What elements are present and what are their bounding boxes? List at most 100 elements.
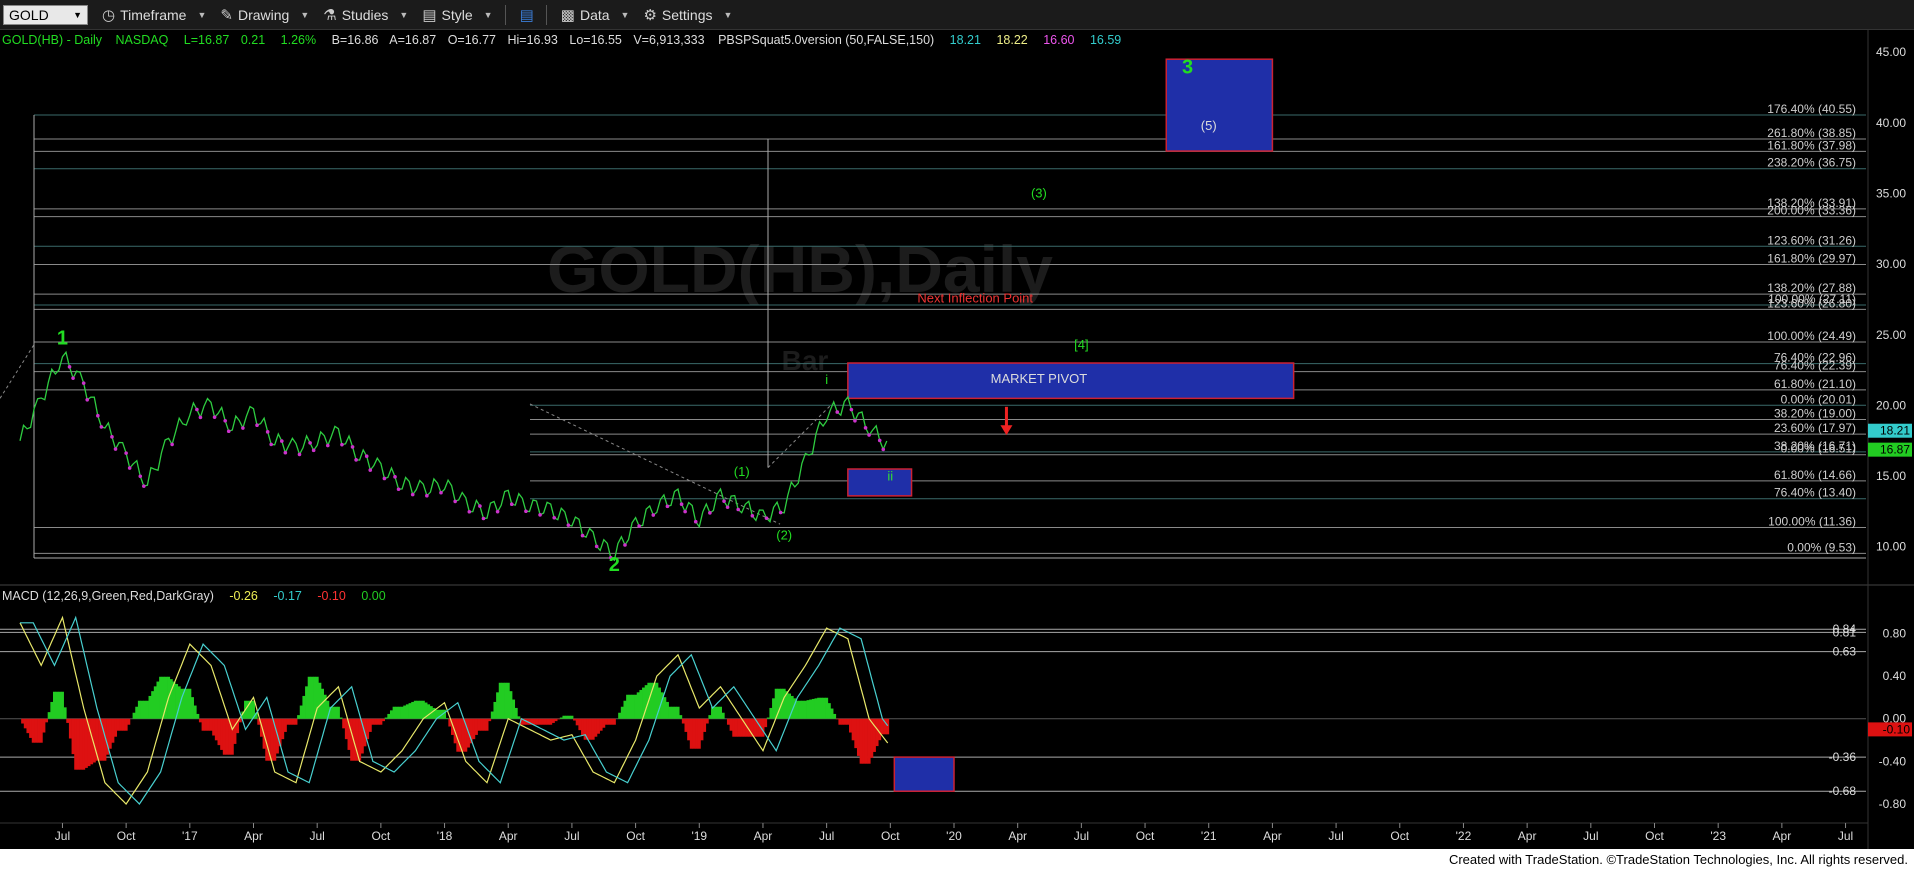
macd-histogram-bar bbox=[474, 718, 478, 735]
x-tick-label: '23 bbox=[1710, 829, 1726, 843]
macd-label: MACD (12,26,9,Green,Red,DarkGray) bbox=[2, 589, 214, 603]
macd-histogram-bar bbox=[665, 701, 669, 719]
drawing-button[interactable]: ✎ Drawing ▼ bbox=[220, 6, 309, 24]
chart-canvas[interactable]: GOLD(HB),Daily Bar GOLD(HB) - Daily NASD… bbox=[0, 30, 1914, 849]
wave-label: Next Inflection Point bbox=[917, 290, 1033, 305]
macd-histogram-bar bbox=[541, 718, 545, 725]
x-tick-label: Apr bbox=[1263, 829, 1282, 843]
macd-histogram-bar bbox=[734, 718, 738, 737]
macd-histogram-bar bbox=[137, 700, 141, 719]
fib-level-label: 238.20% (36.75) bbox=[1767, 156, 1856, 170]
macd-histogram-bar bbox=[551, 718, 555, 723]
x-tick-label: Jul bbox=[1583, 829, 1598, 843]
macd-histogram-bar bbox=[554, 718, 558, 722]
toolbar-divider bbox=[545, 4, 547, 25]
macd-histogram-bar bbox=[411, 701, 415, 719]
wave-label: ii bbox=[887, 468, 893, 483]
settings-button[interactable]: ⚙ Settings ▼ bbox=[643, 6, 732, 24]
macd-y-tick-label: 0.80 bbox=[1883, 626, 1907, 640]
macd-histogram-bar bbox=[143, 700, 147, 719]
y-tick-label: 35.00 bbox=[1876, 186, 1906, 200]
macd-histogram-bar bbox=[169, 679, 173, 719]
fib-level-label: 123.60% (26.80) bbox=[1767, 296, 1856, 310]
style-button[interactable]: ▤ Style ▼ bbox=[422, 6, 492, 24]
macd-histogram-bar bbox=[798, 700, 802, 719]
macd-histogram-bar bbox=[196, 713, 200, 719]
macd-histogram-bar bbox=[374, 718, 378, 725]
data-button[interactable]: ▩ Data ▼ bbox=[561, 6, 630, 24]
macd-histogram-bar bbox=[833, 713, 837, 719]
price-down-mark bbox=[778, 510, 783, 515]
macd-histogram-bar bbox=[557, 718, 561, 720]
macd-histogram-bar bbox=[408, 703, 412, 719]
header-change: 0.21 bbox=[241, 33, 265, 47]
x-tick-label: '22 bbox=[1456, 829, 1472, 843]
macd-marker-label: -0.10 bbox=[1883, 722, 1911, 736]
macd-histogram-bar bbox=[188, 688, 192, 719]
symbol-input[interactable]: GOLD ▼ bbox=[3, 4, 88, 25]
price-down-mark bbox=[393, 475, 397, 479]
y-tick-label: 25.00 bbox=[1876, 328, 1906, 342]
price-down-mark bbox=[269, 442, 273, 447]
macd-histogram-bar bbox=[673, 706, 677, 719]
price-down-mark bbox=[410, 492, 415, 497]
macd-histogram-bar bbox=[58, 691, 62, 719]
y-tick-label: 15.00 bbox=[1876, 469, 1906, 483]
macd-histogram-bar bbox=[472, 718, 476, 740]
price-down-mark bbox=[853, 418, 857, 423]
macd-histogram-bar bbox=[209, 718, 213, 731]
macd-histogram-bar bbox=[405, 704, 409, 719]
price-down-mark bbox=[509, 502, 514, 506]
macd-histogram-bar bbox=[644, 685, 648, 719]
macd-histogram-bar bbox=[413, 700, 417, 719]
price-down-mark bbox=[110, 435, 114, 439]
x-tick-label: Oct bbox=[117, 829, 136, 843]
macd-histogram-bar bbox=[634, 694, 638, 719]
wave-label: (5) bbox=[1201, 118, 1217, 133]
chevron-down-icon[interactable]: ▼ bbox=[73, 10, 82, 20]
macd-histogram-bar bbox=[713, 706, 717, 719]
macd-histogram-bar bbox=[204, 718, 208, 731]
macd-histogram-bar bbox=[517, 716, 521, 719]
chevron-down-icon: ▼ bbox=[723, 9, 733, 20]
macd-histogram-bar bbox=[835, 718, 839, 720]
macd-histogram-bar bbox=[801, 700, 805, 719]
macd-histogram-bar bbox=[740, 718, 744, 737]
copyright-text: Created with TradeStation. ©TradeStation… bbox=[1448, 852, 1908, 867]
price-down-mark bbox=[85, 397, 90, 402]
macd-histogram-bar bbox=[849, 718, 853, 733]
macd-y-tick-label: 0.40 bbox=[1883, 669, 1907, 683]
macd-histogram-bar bbox=[514, 707, 518, 719]
macd-histogram-bar bbox=[546, 718, 550, 725]
chevron-down-icon: ▼ bbox=[197, 9, 207, 20]
macd-histogram-bar bbox=[305, 686, 309, 719]
price-down-mark bbox=[113, 447, 118, 451]
macd-histogram-bar bbox=[830, 708, 834, 719]
x-tick-label: Apr bbox=[754, 829, 773, 843]
macd-histogram-bar bbox=[336, 706, 340, 719]
wave-label: 1 bbox=[57, 328, 68, 350]
x-tick-label: Apr bbox=[244, 829, 263, 843]
y-tick-label: 10.00 bbox=[1876, 540, 1906, 554]
macd-histogram-bar bbox=[668, 706, 672, 719]
macd-histogram-bar bbox=[604, 718, 608, 725]
macd-histogram-bar bbox=[591, 718, 595, 740]
macd-target-box bbox=[893, 756, 955, 792]
macd-histogram-bar bbox=[573, 718, 577, 721]
price-down-mark bbox=[340, 442, 344, 447]
fib-level-label: 76.40% (22.39) bbox=[1774, 359, 1856, 373]
timeframe-button[interactable]: ◷ Timeframe ▼ bbox=[102, 6, 206, 24]
price-down-mark bbox=[297, 452, 302, 457]
x-tick-label: Oct bbox=[1390, 829, 1409, 843]
macd-histogram-bar bbox=[705, 718, 709, 724]
studies-button[interactable]: ⚗ Studies ▼ bbox=[323, 6, 408, 24]
macd-histogram-bar bbox=[772, 698, 776, 719]
macd-histogram-bar bbox=[419, 700, 423, 719]
price-down-mark bbox=[877, 438, 882, 443]
wave-label: (3) bbox=[1031, 186, 1047, 201]
layout-button[interactable]: ▤ bbox=[520, 6, 534, 24]
macd-histogram-bar bbox=[838, 718, 842, 725]
macd-histogram-bar bbox=[376, 718, 380, 725]
price-down-mark bbox=[722, 499, 726, 503]
price-down-mark bbox=[453, 499, 457, 504]
